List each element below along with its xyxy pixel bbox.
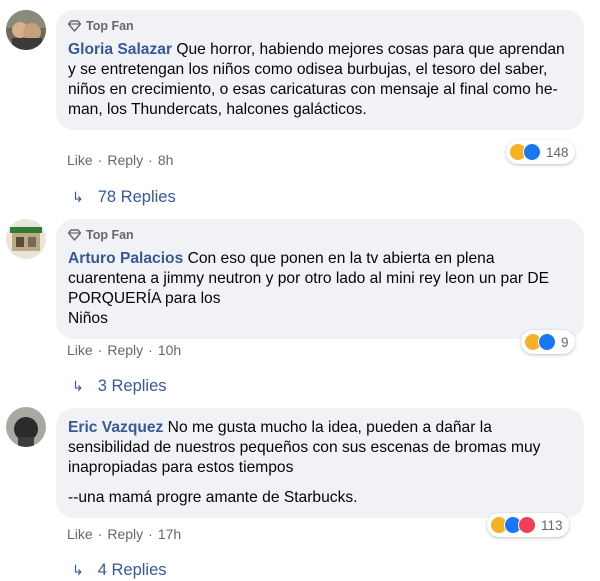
avatar[interactable] <box>6 10 46 50</box>
diamond-icon <box>68 229 81 241</box>
comment-author[interactable]: Arturo Palacios <box>68 250 183 267</box>
comment-author[interactable]: Gloria Salazar <box>68 41 172 58</box>
view-replies-link[interactable]: ↳ 3 Replies <box>72 377 167 396</box>
separator: · <box>148 152 153 168</box>
comment-bubble: Top Fan Arturo Palacios Con eso que pone… <box>56 219 584 339</box>
reply-arrow-icon: ↳ <box>72 189 84 205</box>
replies-label: 4 Replies <box>97 561 167 579</box>
timestamp[interactable]: 17h <box>158 526 181 542</box>
reaction-count: 9 <box>561 334 569 350</box>
separator: · <box>97 526 103 542</box>
replies-label: 3 Replies <box>97 377 167 395</box>
reaction-summary[interactable]: 148 <box>506 140 575 164</box>
separator: · <box>148 526 153 542</box>
view-replies-link[interactable]: ↳ 78 Replies <box>72 188 176 207</box>
like-link[interactable]: Like <box>67 152 93 168</box>
comment-signature: --una mamá progre amante de Starbucks. <box>68 489 358 506</box>
badge-label: Top Fan <box>86 228 134 242</box>
diamond-icon <box>68 20 81 32</box>
like-link[interactable]: Like <box>67 342 93 358</box>
timestamp[interactable]: 8h <box>158 152 174 168</box>
reaction-count: 113 <box>541 517 563 533</box>
reply-link[interactable]: Reply <box>107 152 143 168</box>
reply-link[interactable]: Reply <box>107 342 143 358</box>
reply-link[interactable]: Reply <box>107 526 143 542</box>
comment-bubble: Top Fan Gloria Salazar Que horror, habie… <box>56 10 584 130</box>
like-link[interactable]: Like <box>67 526 93 542</box>
reaction-count: 148 <box>546 144 569 160</box>
reply-arrow-icon: ↳ <box>72 378 84 394</box>
comment-bubble: Eric Vazquez No me gusta mucho la idea, … <box>56 408 584 518</box>
reply-arrow-icon: ↳ <box>72 562 84 578</box>
reaction-summary[interactable]: 113 <box>487 513 569 537</box>
like-icon <box>523 143 541 161</box>
love-icon <box>518 516 536 534</box>
reaction-summary[interactable]: 9 <box>521 330 575 354</box>
avatar[interactable] <box>6 219 46 259</box>
replies-label: 78 Replies <box>97 188 176 206</box>
comment-actions: Like · Reply · 8h <box>67 152 173 168</box>
comment-text-line: Niños <box>68 310 108 327</box>
separator: · <box>148 342 153 358</box>
timestamp[interactable]: 10h <box>158 342 181 358</box>
comment-author[interactable]: Eric Vazquez <box>68 419 163 436</box>
top-fan-badge: Top Fan <box>68 18 572 34</box>
top-fan-badge: Top Fan <box>68 227 572 243</box>
avatar[interactable] <box>6 407 46 447</box>
view-replies-link[interactable]: ↳ 4 Replies <box>72 561 167 580</box>
comment-actions: Like · Reply · 17h <box>67 526 181 542</box>
like-icon <box>538 333 556 351</box>
separator: · <box>97 152 103 168</box>
separator: · <box>97 342 103 358</box>
badge-label: Top Fan <box>86 19 134 33</box>
comment-actions: Like · Reply · 10h <box>67 342 181 358</box>
